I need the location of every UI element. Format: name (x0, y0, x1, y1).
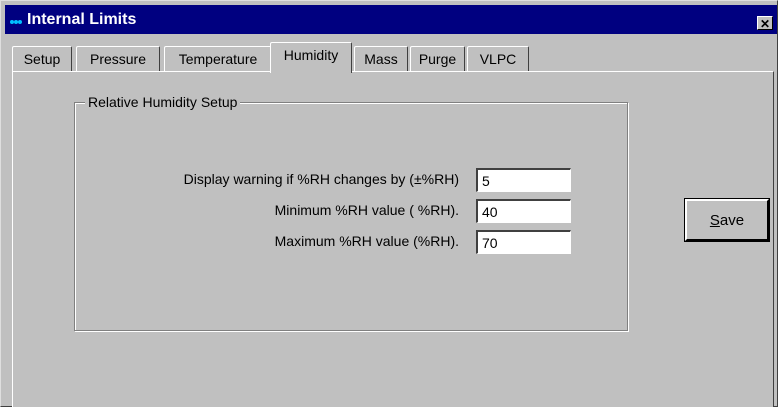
title-bar[interactable]: Internal Limits ✕ (5, 5, 777, 34)
tab-vlpc[interactable]: VLPC (467, 46, 529, 71)
save-label-rest: ave (719, 211, 745, 229)
tab-humidity[interactable]: Humidity (270, 42, 352, 73)
internal-limits-window: Internal Limits ✕ Setup Pressure Tempera… (0, 0, 778, 407)
maximum-rh-label: Maximum %RH value (%RH). (274, 233, 459, 249)
maximum-rh-input[interactable] (476, 230, 571, 254)
minimum-rh-input[interactable] (476, 199, 571, 223)
close-icon: ✕ (759, 17, 771, 31)
tab-temperature[interactable]: Temperature (164, 46, 272, 71)
window-title: Internal Limits (27, 11, 137, 28)
group-label: Relative Humidity Setup (85, 94, 241, 110)
warning-change-input[interactable] (476, 168, 571, 192)
tab-mass[interactable]: Mass (354, 46, 408, 71)
minimum-rh-label: Minimum %RH value ( %RH). (274, 202, 459, 218)
warning-change-label: Display warning if %RH changes by (±%RH) (183, 171, 459, 187)
save-button[interactable]: Save (684, 198, 770, 242)
save-accel-letter: S (709, 211, 720, 229)
tab-setup[interactable]: Setup (12, 46, 72, 71)
tab-purge[interactable]: Purge (410, 46, 465, 71)
close-button[interactable]: ✕ (757, 16, 773, 31)
app-icon (9, 15, 23, 27)
tab-pressure[interactable]: Pressure (76, 46, 160, 71)
